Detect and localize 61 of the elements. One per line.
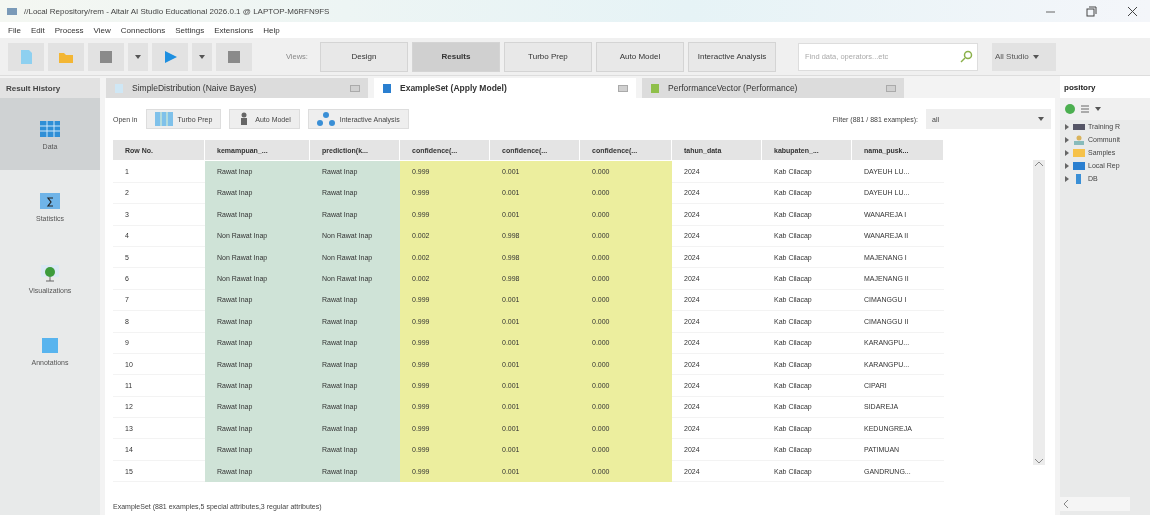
view-tab[interactable]: Auto Model <box>595 41 684 72</box>
menu-item[interactable]: Help <box>263 25 280 35</box>
view-tab[interactable]: Design <box>319 41 408 72</box>
caret-icon <box>1094 105 1102 113</box>
view-tab[interactable]: Turbo Prep <box>503 41 592 72</box>
search-icon <box>959 50 973 63</box>
menu-item[interactable]: Process <box>54 25 84 35</box>
table-icon <box>39 118 61 139</box>
caret-icon <box>1031 52 1040 61</box>
menu-item[interactable]: Extensions <box>214 25 254 35</box>
open-button[interactable] <box>48 42 84 71</box>
rectangle-icon <box>618 84 628 92</box>
menu-item[interactable]: View <box>93 25 111 35</box>
new-process-button[interactable] <box>8 42 44 71</box>
result-history-title: Result History <box>0 78 100 98</box>
nodes-icon <box>316 112 335 126</box>
rectangle-icon <box>886 84 896 92</box>
sigma-table-icon <box>39 190 61 211</box>
caret-icon <box>198 52 206 61</box>
tab-icon <box>114 82 124 94</box>
result-tab[interactable]: PerformanceVector (Performance) <box>642 78 904 98</box>
down-icon <box>1034 457 1044 465</box>
stop-icon <box>226 48 242 65</box>
menu-item[interactable]: File <box>8 25 21 35</box>
tab-icon <box>650 82 660 94</box>
save-button[interactable] <box>88 42 124 71</box>
rectangle-icon <box>350 84 360 92</box>
up-icon <box>1034 160 1044 168</box>
play-icon <box>162 48 178 65</box>
restore-icon <box>1086 5 1097 17</box>
document-icon <box>18 48 34 65</box>
caret-icon <box>1037 115 1045 123</box>
tab-icon <box>382 82 392 94</box>
run-button[interactable] <box>152 42 188 71</box>
tab-close-button[interactable] <box>886 84 896 92</box>
menu-icon <box>1080 104 1090 114</box>
menu-item[interactable]: Connections <box>120 25 166 35</box>
tab-close-button[interactable] <box>350 84 360 92</box>
globe-screen-icon <box>39 262 61 283</box>
left-icon <box>1062 499 1070 509</box>
menu-item[interactable]: Edit <box>30 25 45 35</box>
people-icon <box>1073 134 1085 145</box>
caret-icon <box>134 52 142 61</box>
result-tab[interactable]: SimpleDistribution (Naive Bayes) <box>106 78 368 98</box>
view-tab[interactable]: Results <box>411 41 500 72</box>
run-dropdown-button[interactable] <box>192 42 212 71</box>
menu-item[interactable]: Settings <box>175 25 205 35</box>
tab-close-button[interactable] <box>618 84 628 92</box>
repository-title: pository <box>1060 76 1150 98</box>
close-icon <box>1127 5 1138 17</box>
vertical-scrollbar[interactable] <box>1033 160 1045 465</box>
grid-icon <box>154 112 173 126</box>
horizontal-scrollbar[interactable] <box>1060 497 1130 511</box>
result-tab[interactable]: ExampleSet (Apply Model) <box>374 78 636 98</box>
stop-button[interactable] <box>216 42 252 71</box>
add-icon <box>1064 103 1076 115</box>
window-title: //Local Repository/rem - Altair AI Studio Educational 2026.0.1 @ LAPTOP-M6RFN9FS <box>24 6 330 16</box>
save-dropdown-button[interactable] <box>128 42 148 71</box>
app-icon <box>6 5 18 17</box>
scope-dropdown[interactable]: All Studio <box>991 42 1056 71</box>
view-tab[interactable]: Interactive Analysis <box>687 41 776 72</box>
